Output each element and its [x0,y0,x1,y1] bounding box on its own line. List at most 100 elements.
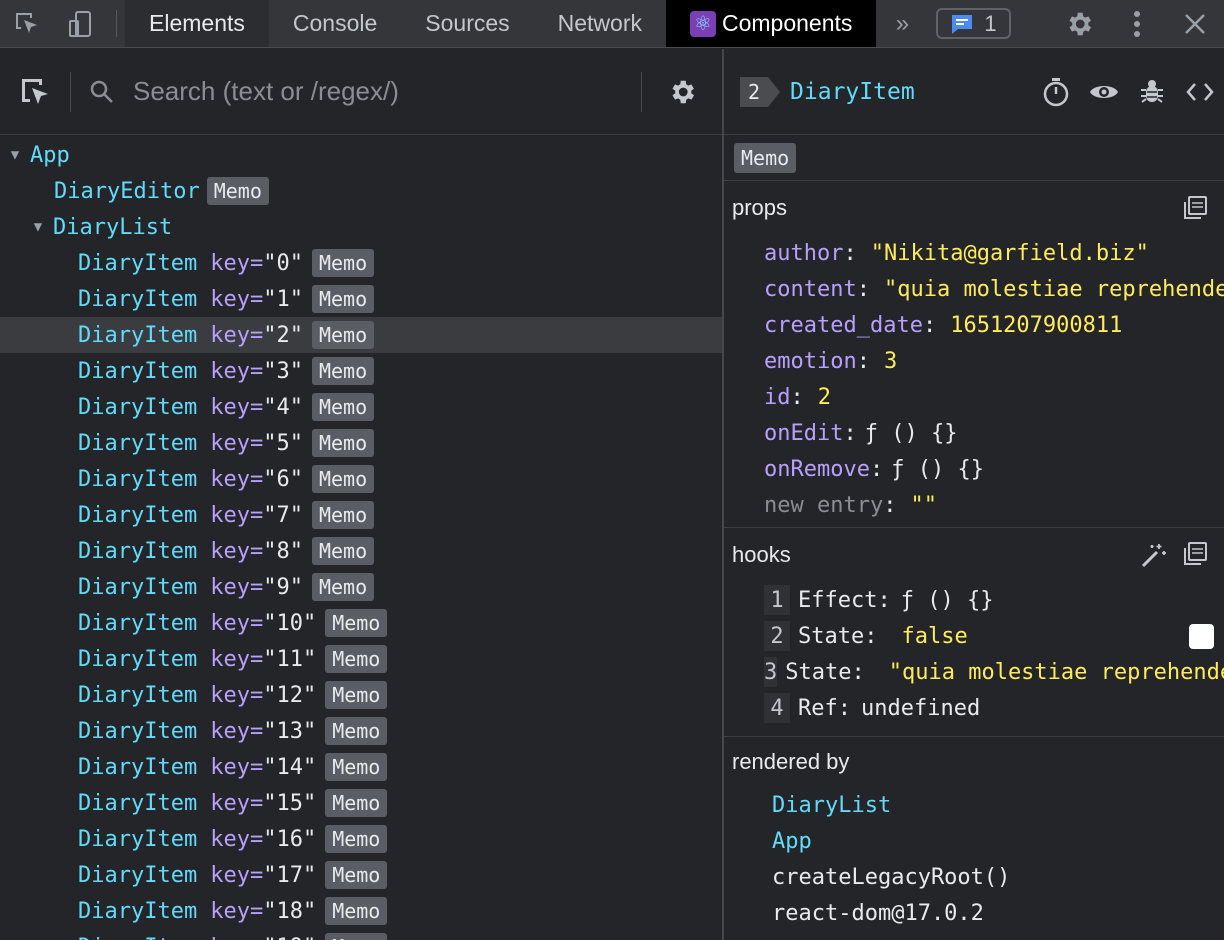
tree-row-diary-item[interactable]: DiaryItem key= "15" Memo [0,785,722,821]
issues-badge[interactable]: 1 [936,8,1011,39]
tree-row-diary-item[interactable]: DiaryItem key= "18" Memo [0,893,722,929]
more-tabs-button[interactable]: » [876,0,928,47]
rendered-by-entry: createLegacyRoot() [724,859,1224,895]
hook-row[interactable]: 3 State: "quia molestiae reprehenderit qua… [724,654,1224,690]
caret-down-icon[interactable]: ▼ [8,147,22,163]
tree-row-diary-item[interactable]: DiaryItem key= "1" Memo [0,281,722,317]
prop-row[interactable]: emotion:3 [724,343,1224,379]
component-name: DiaryItem [78,826,198,852]
prop-key: onEdit [764,420,844,446]
tree-row-diary-item[interactable]: DiaryItem key= "2" Memo [0,317,722,353]
key-value: "12" [263,682,317,708]
tree-row-diary-item[interactable]: DiaryItem key= "17" Memo [0,857,722,893]
component-name: DiaryItem [78,610,198,636]
rendered-by-component[interactable]: App [724,823,1224,859]
view-source-icon[interactable] [1176,68,1224,116]
search-input[interactable] [133,76,633,107]
hook-index: 1 [764,585,790,615]
tree-row-app[interactable]: ▼ App [0,137,722,173]
tab-label: Elements [149,10,245,36]
prop-row[interactable]: onRemove: ƒ () {} [724,451,1224,487]
component-name: DiaryItem [78,574,198,600]
tree-row-diary-item[interactable]: DiaryItem key= "3" Memo [0,353,722,389]
prop-value[interactable]: "Nikita@garfield.biz" [871,241,1149,266]
hook-row[interactable]: 4 Ref: undefined [724,690,1224,726]
tree-row-diary-item[interactable]: DiaryItem key= "5" Memo [0,425,722,461]
tree-search-bar [0,49,722,135]
key-attribute: key= [210,646,264,672]
prop-row[interactable]: created_date:1651207900811 [724,307,1224,343]
tree-row-diary-list[interactable]: ▼ DiaryList [0,209,722,245]
hook-index: 4 [764,693,790,723]
key-value: "11" [263,646,317,672]
prop-value[interactable]: 1651207900811 [950,313,1122,338]
caret-down-icon[interactable]: ▼ [31,219,45,235]
tree-row-diary-item[interactable]: DiaryItem key= "12" Memo [0,677,722,713]
tree-row-diary-item[interactable]: DiaryItem key= "16" Memo [0,821,722,857]
tree-settings-gear-icon[interactable] [642,49,722,135]
key-attribute: key= [210,935,263,940]
tab-elements[interactable]: Elements [125,0,269,47]
magic-wand-icon[interactable] [1140,541,1168,569]
prop-value[interactable]: 2 [818,385,831,410]
memo-badge: Memo [311,429,375,457]
more-options-icon[interactable] [1108,0,1166,48]
tree-row-diary-item[interactable]: DiaryItem key= "0" Memo [0,245,722,281]
close-icon[interactable] [1166,0,1224,48]
inspect-element-icon[interactable] [0,0,54,47]
hook-key: State [785,659,852,685]
prop-value[interactable]: "quia molestiae reprehenderit quasi aspe… [884,277,1224,302]
tab-console[interactable]: Console [269,0,401,47]
tree-row-diary-item[interactable]: DiaryItem key= "11" Memo [0,641,722,677]
react-icon: ⚛ [690,10,716,37]
copy-icon[interactable] [1182,195,1208,221]
key-value: "17" [263,862,317,888]
memo-badge: Memo [311,321,375,349]
hooks-section: hooks 1 Effect: ƒ () {} 2 State: false 3 State:… [724,528,1224,737]
tree-row-diary-item[interactable]: DiaryItem key= "10" Memo [0,605,722,641]
bug-icon[interactable] [1128,68,1176,116]
prop-value[interactable]: 3 [884,349,897,374]
props-header: props [724,181,1224,235]
copy-icon[interactable] [1182,541,1208,567]
tree-row-diary-item[interactable]: DiaryItem key= "8" Memo [0,533,722,569]
prop-row[interactable]: onEdit: ƒ () {} [724,415,1224,451]
tree-row-diary-item[interactable]: DiaryItem key= "9" Memo [0,569,722,605]
tree-row-diary-item[interactable]: DiaryItem key="19" Memo [0,929,722,940]
tree-row-diary-item[interactable]: DiaryItem key= "13" Memo [0,713,722,749]
tree-row-diary-item[interactable]: DiaryItem key= "4" Memo [0,389,722,425]
tab-network[interactable]: Network [534,0,666,47]
device-toolbar-icon[interactable] [54,0,108,47]
prop-value[interactable]: "" [910,493,937,518]
prop-row[interactable]: author: "Nikita@garfield.biz" [724,235,1224,271]
memo-badge: Memo [311,537,375,565]
memo-badge: Memo [325,717,388,745]
select-component-icon[interactable] [0,49,70,135]
hook-colon: : [851,659,865,685]
tree-row-diary-item[interactable]: DiaryItem key= "14" Memo [0,749,722,785]
prop-row[interactable]: content: "quia molestiae reprehenderit qu… [724,271,1224,307]
key-value: "4" [263,394,303,420]
settings-gear-icon[interactable] [1050,0,1108,48]
key-attribute: key= [210,718,264,744]
hook-row[interactable]: 1 Effect: ƒ () {} [724,582,1224,618]
key-attribute: key= [210,574,264,600]
prop-row[interactable]: new entry: "" [724,487,1224,523]
tree-row-diary-editor[interactable]: DiaryEditor Memo [0,173,722,209]
eye-icon[interactable] [1080,68,1128,116]
prop-row[interactable]: id:2 [724,379,1224,415]
state-checkbox[interactable] [1189,624,1214,649]
component-name: DiaryItem [78,898,198,924]
rendered-by-component[interactable]: DiaryList [724,787,1224,823]
hook-value[interactable]: false [901,624,967,649]
hook-row[interactable]: 2 State: false [724,618,1224,654]
tree-row-diary-item[interactable]: DiaryItem key= "7" Memo [0,497,722,533]
component-tree: ▼ App DiaryEditor Memo ▼ DiaryList Diary… [0,135,722,940]
tree-row-diary-item[interactable]: DiaryItem key= "6" Memo [0,461,722,497]
hook-value[interactable]: "quia molestiae reprehenderit quasi aspe… [889,660,1224,685]
component-name: DiaryItem [78,430,198,456]
tab-sources[interactable]: Sources [401,0,533,47]
key-value: "2" [263,322,303,348]
tab-components[interactable]: ⚛ Components [666,0,877,47]
stopwatch-icon[interactable] [1032,68,1080,116]
